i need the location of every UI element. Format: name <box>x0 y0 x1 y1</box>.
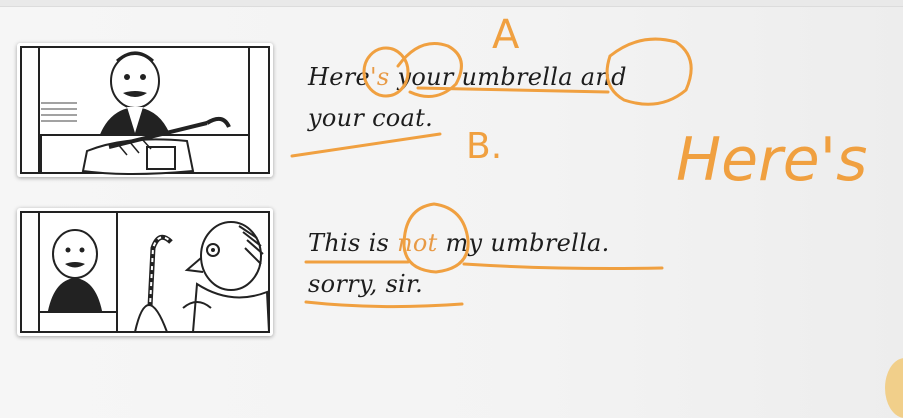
handwritten-letter-b: B. <box>466 126 502 167</box>
sentence-line-3: This is not my umbrella. <box>308 229 610 257</box>
handwritten-letter-a: A <box>492 12 520 58</box>
sentence-text: sorry, sir. <box>308 270 424 298</box>
sentence-line-2: your coat. <box>308 104 433 132</box>
edge-object <box>885 358 903 418</box>
underline-mark <box>290 132 442 158</box>
highlighted-word: 's <box>370 63 390 91</box>
sentence-line-4: sorry, sir. <box>308 270 423 298</box>
sentence-text: This is <box>308 229 398 257</box>
cartoon-panel-umbrella-coat <box>17 43 273 177</box>
cartoon-illustration <box>20 46 270 175</box>
cartoon-panel-not-my-umbrella <box>17 208 273 336</box>
underline-mark <box>304 300 464 309</box>
underline-mark <box>462 262 664 270</box>
sentence-text: your coat. <box>308 104 434 132</box>
sentence-text: your umbrella and <box>389 63 627 91</box>
sentence-line-1: Here's your umbrella and <box>308 63 627 91</box>
top-edge-strip <box>0 0 903 7</box>
cartoon-illustration <box>20 211 271 333</box>
highlighted-word: not <box>397 229 438 257</box>
handwritten-word: Here's <box>676 125 867 195</box>
sentence-text: my umbrella. <box>437 229 610 257</box>
sentence-text: Here <box>308 63 371 91</box>
